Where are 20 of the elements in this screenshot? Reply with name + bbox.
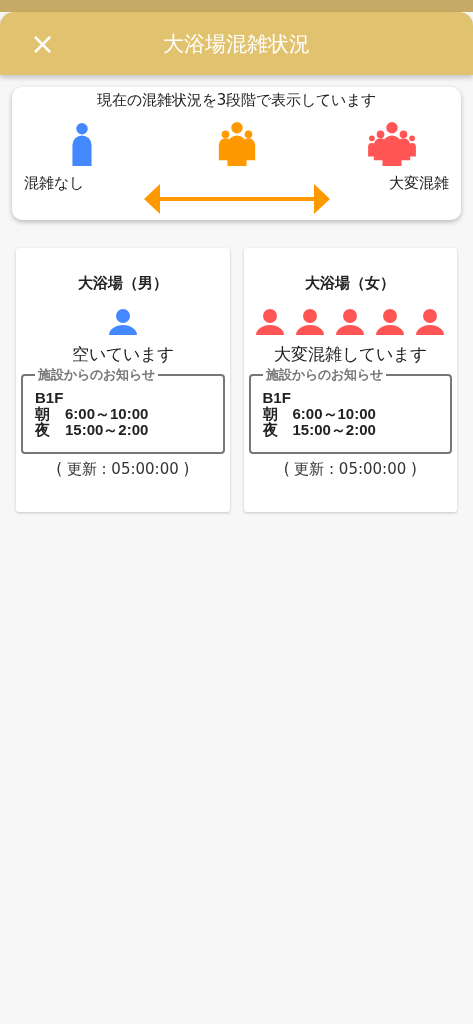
status-text: 空いています (71, 343, 174, 366)
bath-title: 大浴場（女） (305, 274, 396, 293)
notice-title: 施設からのお知らせ (37, 366, 156, 384)
update-time: ( 更新 : 05:00:00 ) (56, 460, 190, 479)
low-label: 混雑なし (24, 174, 84, 193)
page-title: 大浴場混雑状況 (163, 30, 310, 58)
bath-title: 大浴場（男） (77, 274, 168, 293)
notice-line: 朝 6:00～10:00 (35, 406, 150, 422)
legend-caption: 現在の混雑状況を3段階で表示しています (96, 91, 377, 110)
high-label: 大変混雑 (389, 174, 449, 193)
status-text: 大変混雑しています (273, 343, 427, 366)
notice-title: 施設からのお知らせ (264, 366, 384, 384)
notice-line: 夜 15:00～2:00 (35, 422, 150, 438)
notice-line: 夜 15:00～2:00 (262, 422, 377, 438)
update-time: ( 更新 : 05:00:00 ) (283, 460, 417, 479)
double-arrow-icon (143, 184, 330, 214)
notice-line: B1F (35, 390, 65, 406)
notice-line: B1F (262, 390, 292, 406)
notice-line: 朝 6:00～10:00 (262, 406, 377, 422)
close-button[interactable]: × (26, 28, 60, 59)
